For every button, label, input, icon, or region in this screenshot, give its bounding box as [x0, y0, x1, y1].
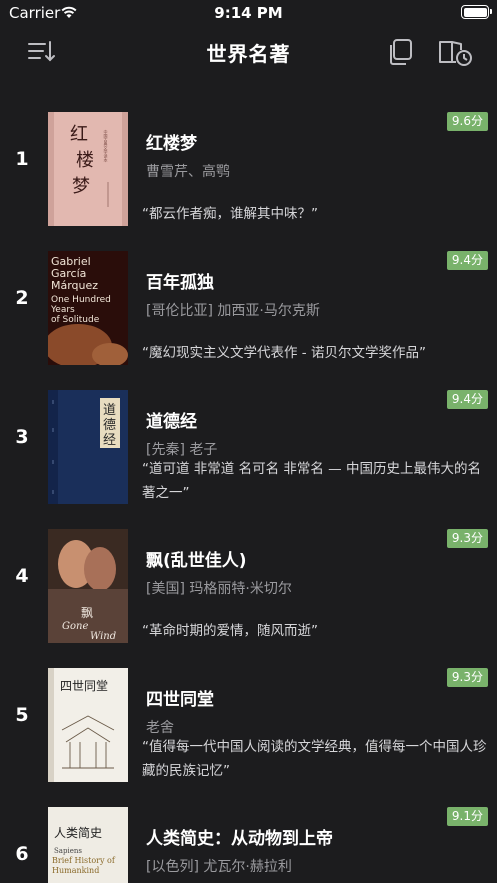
cover-title-line: of Solitude	[51, 315, 100, 325]
cover-title-line: Márquez	[51, 279, 98, 292]
book-author: [先秦] 老子	[146, 442, 218, 458]
score-badge: 9.4分	[446, 390, 488, 409]
battery-icon	[461, 5, 492, 19]
cover-title-char: 梦	[72, 176, 90, 197]
book-cover: 四世同堂	[48, 668, 128, 782]
score-badge: 9.3分	[446, 529, 488, 548]
book-quote: “道可道 非常道 名可名 非常名 — 中国历史上最伟大的名著之一”	[142, 461, 481, 501]
cover-title-line: Humankind	[52, 866, 99, 875]
book-title: 红楼梦	[146, 134, 197, 154]
rank-label: 1	[15, 148, 29, 170]
rank-label: 5	[15, 704, 29, 726]
cover-title-line: One Hundred	[51, 295, 111, 305]
page-title: 世界名著	[206, 42, 291, 66]
book-quote: “革命时期的爱情，随风而逝”	[142, 623, 318, 639]
book-row-3[interactable]: 3 道 德 经 9.4分 道德经 [先秦] 老子 “道可道 非常道 名可名 非常…	[0, 386, 497, 504]
cover-title-char: 红	[70, 124, 88, 145]
status-bar: Carrier 9:14 PM	[0, 0, 497, 26]
book-quote: “值得每一代中国人阅读的文学经典，值得每一个中国人珍藏的民族记忆”	[142, 739, 487, 779]
book-title: 百年孤独	[146, 273, 214, 293]
cover-title-line: Wind	[90, 631, 116, 642]
book-title: 飘(乱世佳人)	[146, 551, 247, 571]
cover-title-line: 人类简史	[54, 826, 102, 840]
book-cover: 中国古典文学读本 红 楼 梦	[48, 112, 128, 226]
book-author: [哥伦比亚] 加西亚·马尔克斯	[146, 303, 320, 319]
rank-label: 2	[15, 287, 29, 309]
rank-label: 4	[15, 565, 29, 587]
book-author: 老舍	[146, 720, 174, 736]
cover-title-char: 道	[103, 403, 116, 418]
cover-title-line: Gone	[62, 621, 88, 632]
history-icon[interactable]	[437, 37, 473, 67]
score-badge: 9.6分	[446, 112, 488, 131]
book-quote: “都云作者痴，谁解其中味？”	[142, 206, 318, 222]
book-title: 道德经	[146, 412, 197, 432]
book-title: 四世同堂	[146, 690, 214, 710]
cover-title-line: Years	[50, 305, 75, 315]
nav-bar: 世界名著	[0, 26, 497, 78]
cover-title-char: 经	[103, 433, 116, 448]
cover-title-char: 楼	[76, 150, 94, 171]
copy-icon[interactable]	[385, 37, 417, 67]
cover-title-char: 飘	[81, 606, 93, 620]
cover-title-char: 德	[103, 418, 116, 433]
book-author: [美国] 玛格丽特·米切尔	[146, 581, 292, 597]
book-title: 人类简史：从动物到上帝	[146, 829, 333, 849]
book-quote: “魔幻现实主义文学代表作 - 诺贝尔文学奖作品”	[142, 345, 426, 361]
score-badge: 9.3分	[446, 668, 488, 687]
book-row-2[interactable]: 2 Gabriel García Márquez One Hundred Yea…	[0, 247, 497, 365]
book-author: [以色列] 尤瓦尔·赫拉利	[146, 859, 292, 875]
cover-title-line: 四世同堂	[60, 679, 108, 693]
book-cover: 道 德 经	[48, 390, 128, 504]
book-cover: Gabriel García Márquez One Hundred Years…	[48, 251, 128, 365]
book-row-6[interactable]: 6 人类简史 Sapiens Brief History of Humankin…	[0, 803, 497, 883]
cover-title-line: Sapiens	[54, 847, 82, 855]
book-row-1[interactable]: 1 中国古典文学读本 红 楼 梦 9.6分 红楼梦 曹雪芹、高鹗 “都云作者痴，…	[0, 108, 497, 226]
book-author: 曹雪芹、高鹗	[146, 164, 230, 180]
cover-title-line: Brief History of	[52, 856, 116, 865]
book-row-4[interactable]: 4 飘 Gone Wind 9.3分 飘(乱世佳人) [美国] 玛格丽特·米切尔…	[0, 525, 497, 643]
book-row-5[interactable]: 5 四世同堂 9.3分 四世同堂 老舍 “值得每一代中国人阅读的文学经典，值得每…	[0, 664, 497, 782]
book-cover: 人类简史 Sapiens Brief History of Humankind	[48, 807, 128, 883]
svg-text:中国古典文学读本: 中国古典文学读本	[104, 129, 109, 163]
status-time: 9:14 PM	[214, 4, 283, 22]
book-cover: 飘 Gone Wind	[48, 529, 128, 643]
score-badge: 9.4分	[446, 251, 488, 270]
rank-label: 6	[15, 843, 29, 865]
score-badge: 9.1分	[446, 807, 488, 826]
rank-label: 3	[15, 426, 29, 448]
